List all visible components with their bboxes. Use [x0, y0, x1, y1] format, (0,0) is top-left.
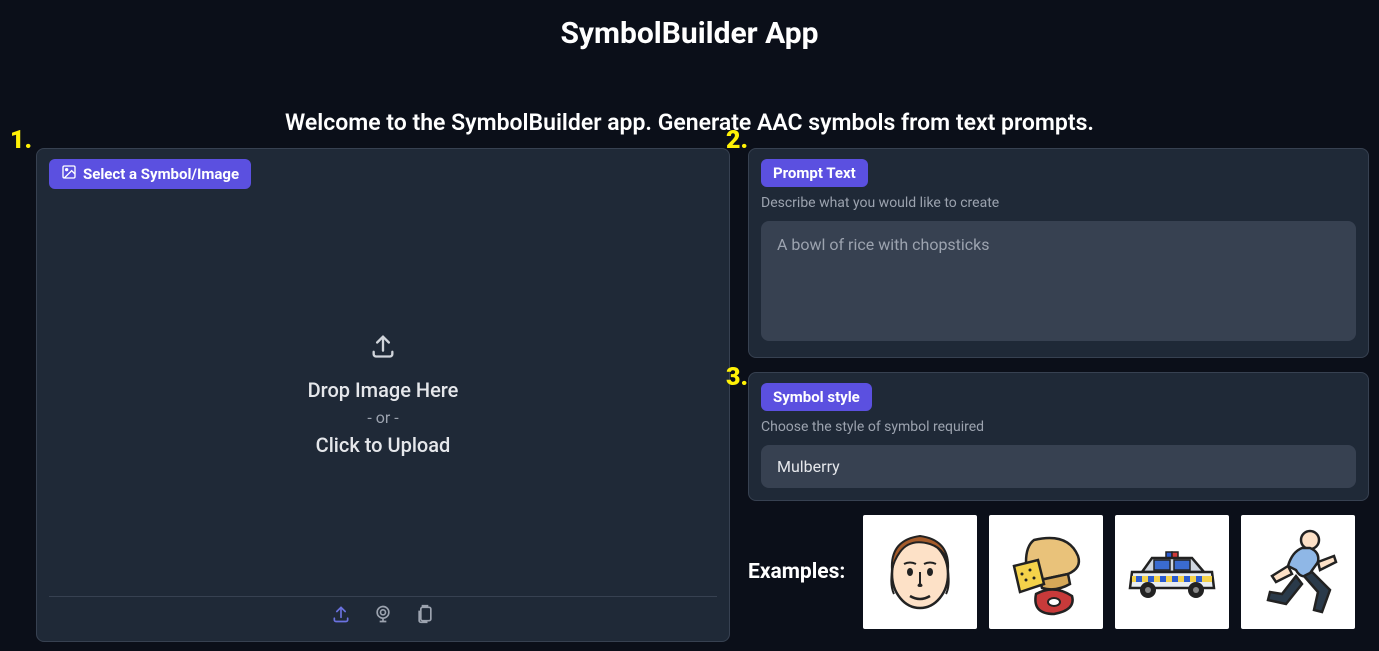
style-panel: Symbol style Choose the style of symbol … — [748, 372, 1369, 501]
upload-dropzone[interactable]: Drop Image Here - or - Click to Upload — [49, 197, 717, 592]
app-title: SymbolBuilder App — [0, 16, 1379, 51]
webcam-icon — [373, 604, 393, 628]
example-running[interactable] — [1241, 515, 1355, 629]
prompt-badge-label: Prompt Text — [773, 164, 856, 182]
prompt-badge: Prompt Text — [761, 159, 868, 187]
upload-alt-icon — [331, 604, 351, 628]
style-select[interactable]: Mulberry — [761, 445, 1356, 488]
step-number-2: 2. — [726, 126, 748, 155]
image-icon — [61, 164, 77, 184]
clipboard-icon — [415, 604, 435, 628]
example-police-car[interactable] — [1115, 515, 1229, 629]
webcam-button[interactable] — [372, 605, 394, 627]
upload-toolbar — [49, 596, 717, 629]
prompt-input[interactable] — [761, 221, 1356, 341]
examples-row: Examples: — [748, 515, 1369, 629]
click-text: Click to Upload — [316, 433, 451, 457]
drop-text: Drop Image Here — [308, 378, 459, 402]
step-number-3: 3. — [726, 363, 748, 392]
upload-panel: Select a Symbol/Image Drop Image Here - … — [36, 148, 730, 642]
style-badge-label: Symbol style — [773, 388, 860, 406]
upload-icon — [369, 332, 397, 378]
prompt-helper: Describe what you would like to create — [761, 195, 1356, 211]
or-text: - or - — [367, 408, 398, 427]
clipboard-button[interactable] — [414, 605, 436, 627]
example-face[interactable] — [863, 515, 977, 629]
examples-label: Examples: — [748, 560, 845, 584]
example-food[interactable] — [989, 515, 1103, 629]
upload-badge-label: Select a Symbol/Image — [83, 165, 239, 183]
upload-file-button[interactable] — [330, 605, 352, 627]
step-number-1: 1. — [10, 126, 32, 155]
style-helper: Choose the style of symbol required — [761, 419, 1356, 435]
app-subtitle: Welcome to the SymbolBuilder app. Genera… — [0, 109, 1379, 136]
style-badge: Symbol style — [761, 383, 872, 411]
upload-badge: Select a Symbol/Image — [49, 159, 251, 189]
prompt-panel: Prompt Text Describe what you would like… — [748, 148, 1369, 358]
